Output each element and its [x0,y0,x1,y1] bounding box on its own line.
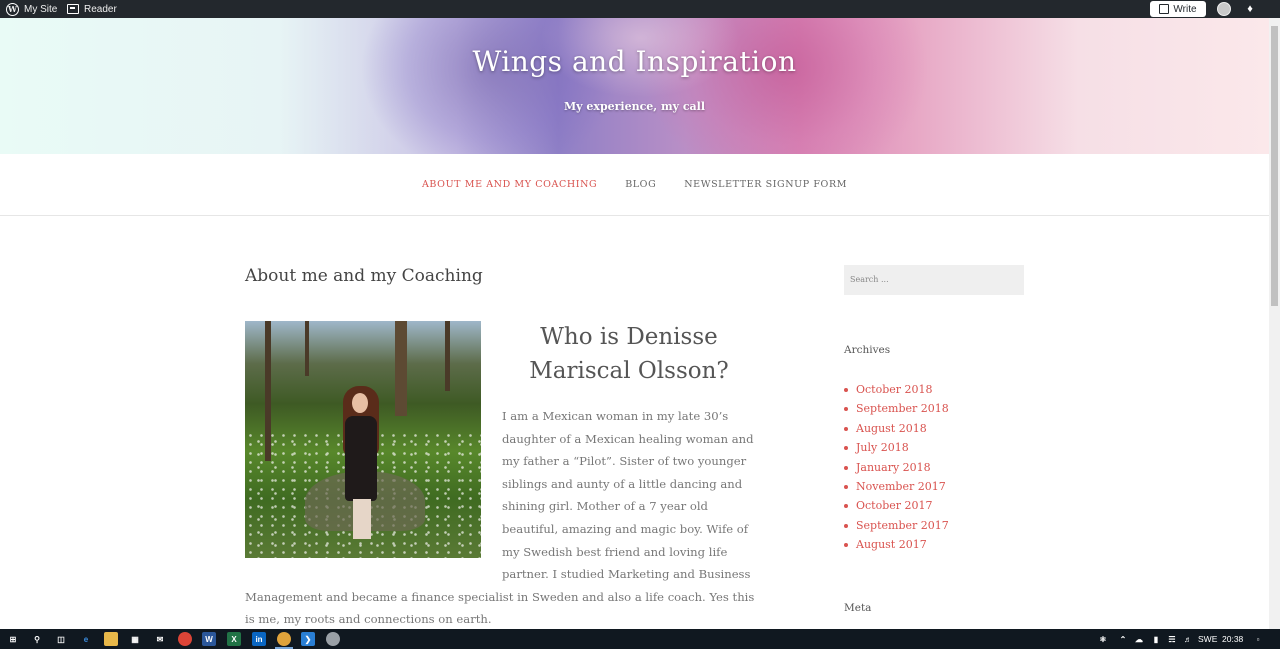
edge-icon[interactable]: e [79,632,93,646]
action-center-icon[interactable]: ▫ [1251,632,1265,646]
write-button[interactable]: Write [1150,1,1206,17]
post-heading: Who is Denisse Mariscal Olsson? [529,324,729,384]
onedrive-icon[interactable]: ☁ [1132,632,1146,646]
main-navigation: ABOUT ME AND MY COACHING BLOG NEWSLETTER… [0,154,1269,216]
volume-icon[interactable]: ♬ [1181,632,1195,646]
archive-link[interactable]: September 2018 [844,399,949,418]
archive-link[interactable]: October 2017 [844,496,949,515]
file-explorer-icon[interactable] [104,632,118,646]
site-header: Wings and Inspiration My experience, my … [0,18,1269,154]
people-icon[interactable]: ⚛ [1096,632,1110,646]
archive-link[interactable]: August 2018 [844,419,949,438]
site-title[interactable]: Wings and Inspiration [0,45,1269,78]
page-scrollbar[interactable] [1269,18,1280,629]
archive-link[interactable]: November 2017 [844,477,949,496]
post-body: I am a Mexican woman in my late 30’s dau… [245,405,760,631]
word-icon[interactable]: W [202,632,216,646]
clock[interactable]: 20:38 [1222,634,1243,644]
chrome-canary-icon[interactable] [326,632,340,646]
tree-trunk [445,321,450,391]
archive-link[interactable]: August 2017 [844,535,949,554]
reader-label: Reader [84,3,117,15]
site-description: My experience, my call [563,100,705,113]
scrollbar-thumb[interactable] [1271,26,1278,306]
mail-icon[interactable]: ✉ [153,632,167,646]
vscode-icon[interactable]: ❯ [301,632,315,646]
chrome-active-icon[interactable] [277,632,291,646]
windows-taskbar: ⊞ ⚲ ◫ e ▦ ✉ W X in ❯ ⚛ ⌃ ☁ ▮ ☴ ♬ SWE 20:… [0,629,1280,649]
reader-link[interactable]: Reader [67,0,117,18]
archive-link[interactable]: July 2018 [844,438,949,457]
task-view-icon[interactable]: ◫ [54,632,68,646]
wordpress-logo-icon: W [6,2,19,16]
meta-title: Meta [844,602,872,614]
archives-list: October 2018 September 2018 August 2018 … [844,380,949,555]
nav-item-newsletter[interactable]: NEWSLETTER SIGNUP FORM [684,179,847,190]
store-icon[interactable]: ▦ [128,632,142,646]
nav-item-about[interactable]: ABOUT ME AND MY COACHING [422,179,597,190]
linkedin-icon[interactable]: in [252,632,266,646]
search-icon[interactable]: ⚲ [30,632,44,646]
excel-icon[interactable]: X [227,632,241,646]
windows-start-icon[interactable]: ⊞ [6,632,20,646]
show-hidden-icons-icon[interactable]: ⌃ [1116,632,1130,646]
write-label: Write [1173,3,1197,15]
reader-icon [67,4,79,14]
search-input[interactable]: Search ... [844,265,1024,295]
wp-admin-bar: W My Site Reader Write ♦ [0,0,1280,18]
tree-trunk [305,321,309,376]
write-icon [1159,4,1170,14]
battery-icon[interactable]: ▮ [1149,632,1163,646]
language-indicator[interactable]: SWE [1198,634,1217,644]
chrome-icon[interactable] [178,632,192,646]
archives-title: Archives [844,344,891,356]
my-site-link[interactable]: W My Site [6,0,57,18]
notifications-bell-icon[interactable]: ♦ [1243,2,1257,16]
nav-item-blog[interactable]: BLOG [625,179,656,190]
network-icon[interactable]: ☴ [1165,632,1179,646]
archive-link[interactable]: January 2018 [844,458,949,477]
page-title: About me and my Coaching [245,266,483,286]
archive-link[interactable]: October 2018 [844,380,949,399]
my-site-label: My Site [24,3,58,15]
user-avatar[interactable] [1217,2,1231,16]
tree-trunk [395,321,407,416]
text-wrap-spacer [245,405,502,585]
archive-link[interactable]: September 2017 [844,516,949,535]
